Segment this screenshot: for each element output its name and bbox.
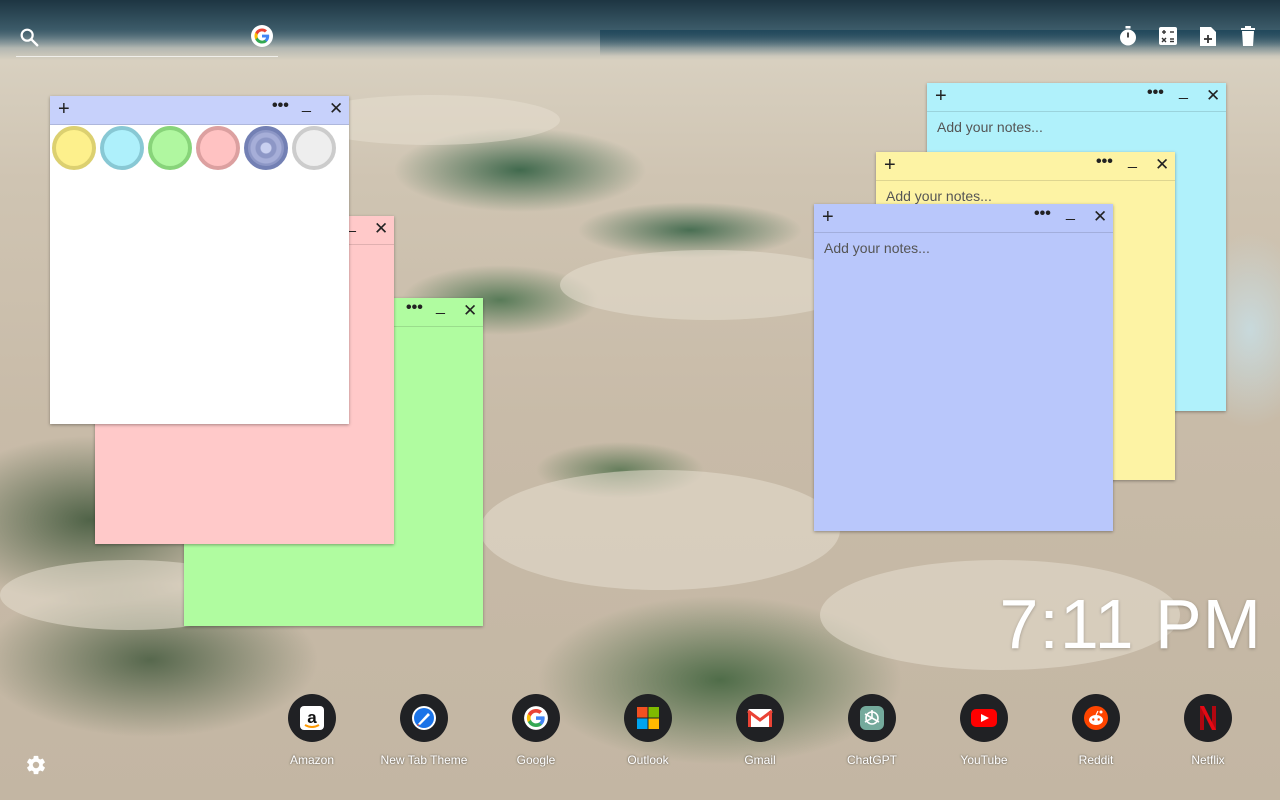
color-swatch-pink[interactable] [196,126,240,170]
note-add-button[interactable]: + [822,207,834,227]
search-input[interactable] [50,26,254,52]
sticky-note: + ••• _ ✕ [50,96,349,424]
top-toolbar [1118,24,1258,48]
color-swatch-green[interactable] [148,126,192,170]
note-minimize-button[interactable]: _ [1179,83,1188,101]
svg-text:a: a [307,708,317,727]
shortcut-google[interactable]: Google [480,694,592,767]
note-close-button[interactable]: ✕ [374,219,388,239]
note-header: + ••• _ ✕ [814,204,1113,233]
shortcut-outlook[interactable]: Outlook [592,694,704,767]
shortcut-label: Outlook [627,753,669,767]
timer-icon[interactable] [1118,24,1138,48]
note-header: + ••• _ ✕ [50,96,349,125]
clock-time: 7:11 PM [999,585,1262,663]
shortcut-label: New Tab Theme [380,753,468,767]
note-close-button[interactable]: ✕ [1155,155,1169,175]
color-swatch-cyan[interactable] [100,126,144,170]
note-minimize-button[interactable]: _ [302,96,311,114]
shortcut-netflix[interactable]: Netflix [1152,694,1264,767]
google-icon [512,694,560,742]
color-swatch-yellow[interactable] [52,126,96,170]
color-swatch-white[interactable] [292,126,336,170]
note-menu-button[interactable]: ••• [1096,153,1113,171]
chatgpt-icon [848,694,896,742]
shortcut-chatgpt[interactable]: ChatGPT [816,694,928,767]
trash-icon[interactable] [1238,24,1258,48]
note-minimize-button[interactable]: _ [1066,204,1075,222]
shortcut-label: Reddit [1078,753,1114,767]
note-menu-button[interactable]: ••• [406,299,423,317]
shortcut-label: ChatGPT [846,753,897,767]
shortcut-youtube[interactable]: YouTube [928,694,1040,767]
shortcut-label: Netflix [1191,753,1225,767]
shortcut-label: Gmail [744,753,776,767]
search-bar [16,22,278,57]
note-textarea[interactable] [814,234,1113,531]
color-swatch-blue[interactable] [244,126,288,170]
note-close-button[interactable]: ✕ [1206,86,1220,106]
note-minimize-button[interactable]: _ [1128,152,1137,170]
note-menu-button[interactable]: ••• [1034,205,1051,223]
amazon-icon: a [288,694,336,742]
note-menu-button[interactable]: ••• [1147,84,1164,102]
shortcut-label: Google [516,753,556,767]
note-add-button[interactable]: + [884,155,896,175]
outlook-icon [624,694,672,742]
gmail-icon [736,694,784,742]
shortcut-bar: a Amazon New Tab Theme Google Outlook Gm [256,694,1264,767]
netflix-icon [1184,694,1232,742]
youtube-icon [960,694,1008,742]
note-header: + ••• _ ✕ [876,152,1175,181]
color-palette [52,126,336,170]
note-minimize-button[interactable]: _ [436,298,445,316]
shortcut-reddit[interactable]: Reddit [1040,694,1152,767]
shortcut-label: Amazon [289,753,335,767]
note-header: + ••• _ ✕ [927,83,1226,112]
background-dune [480,470,840,590]
calculator-icon[interactable] [1158,24,1178,48]
note-add-button[interactable]: + [58,99,70,119]
search-icon[interactable] [18,26,40,48]
reddit-icon [1072,694,1120,742]
note-close-button[interactable]: ✕ [329,99,343,119]
settings-gear-icon[interactable] [25,754,47,776]
note-menu-button[interactable]: ••• [272,97,289,115]
google-g-icon[interactable] [251,25,273,47]
note-close-button[interactable]: ✕ [1093,207,1107,227]
shortcut-gmail[interactable]: Gmail [704,694,816,767]
shortcut-new-tab-theme[interactable]: New Tab Theme [368,694,480,767]
note-add-button[interactable]: + [935,86,947,106]
sticky-note: + ••• _ ✕ [814,204,1113,531]
note-close-button[interactable]: ✕ [463,301,477,321]
new-note-icon[interactable] [1198,24,1218,48]
new-tab-theme-icon [400,694,448,742]
shortcut-label: YouTube [960,753,1008,767]
shortcut-amazon[interactable]: a Amazon [256,694,368,767]
